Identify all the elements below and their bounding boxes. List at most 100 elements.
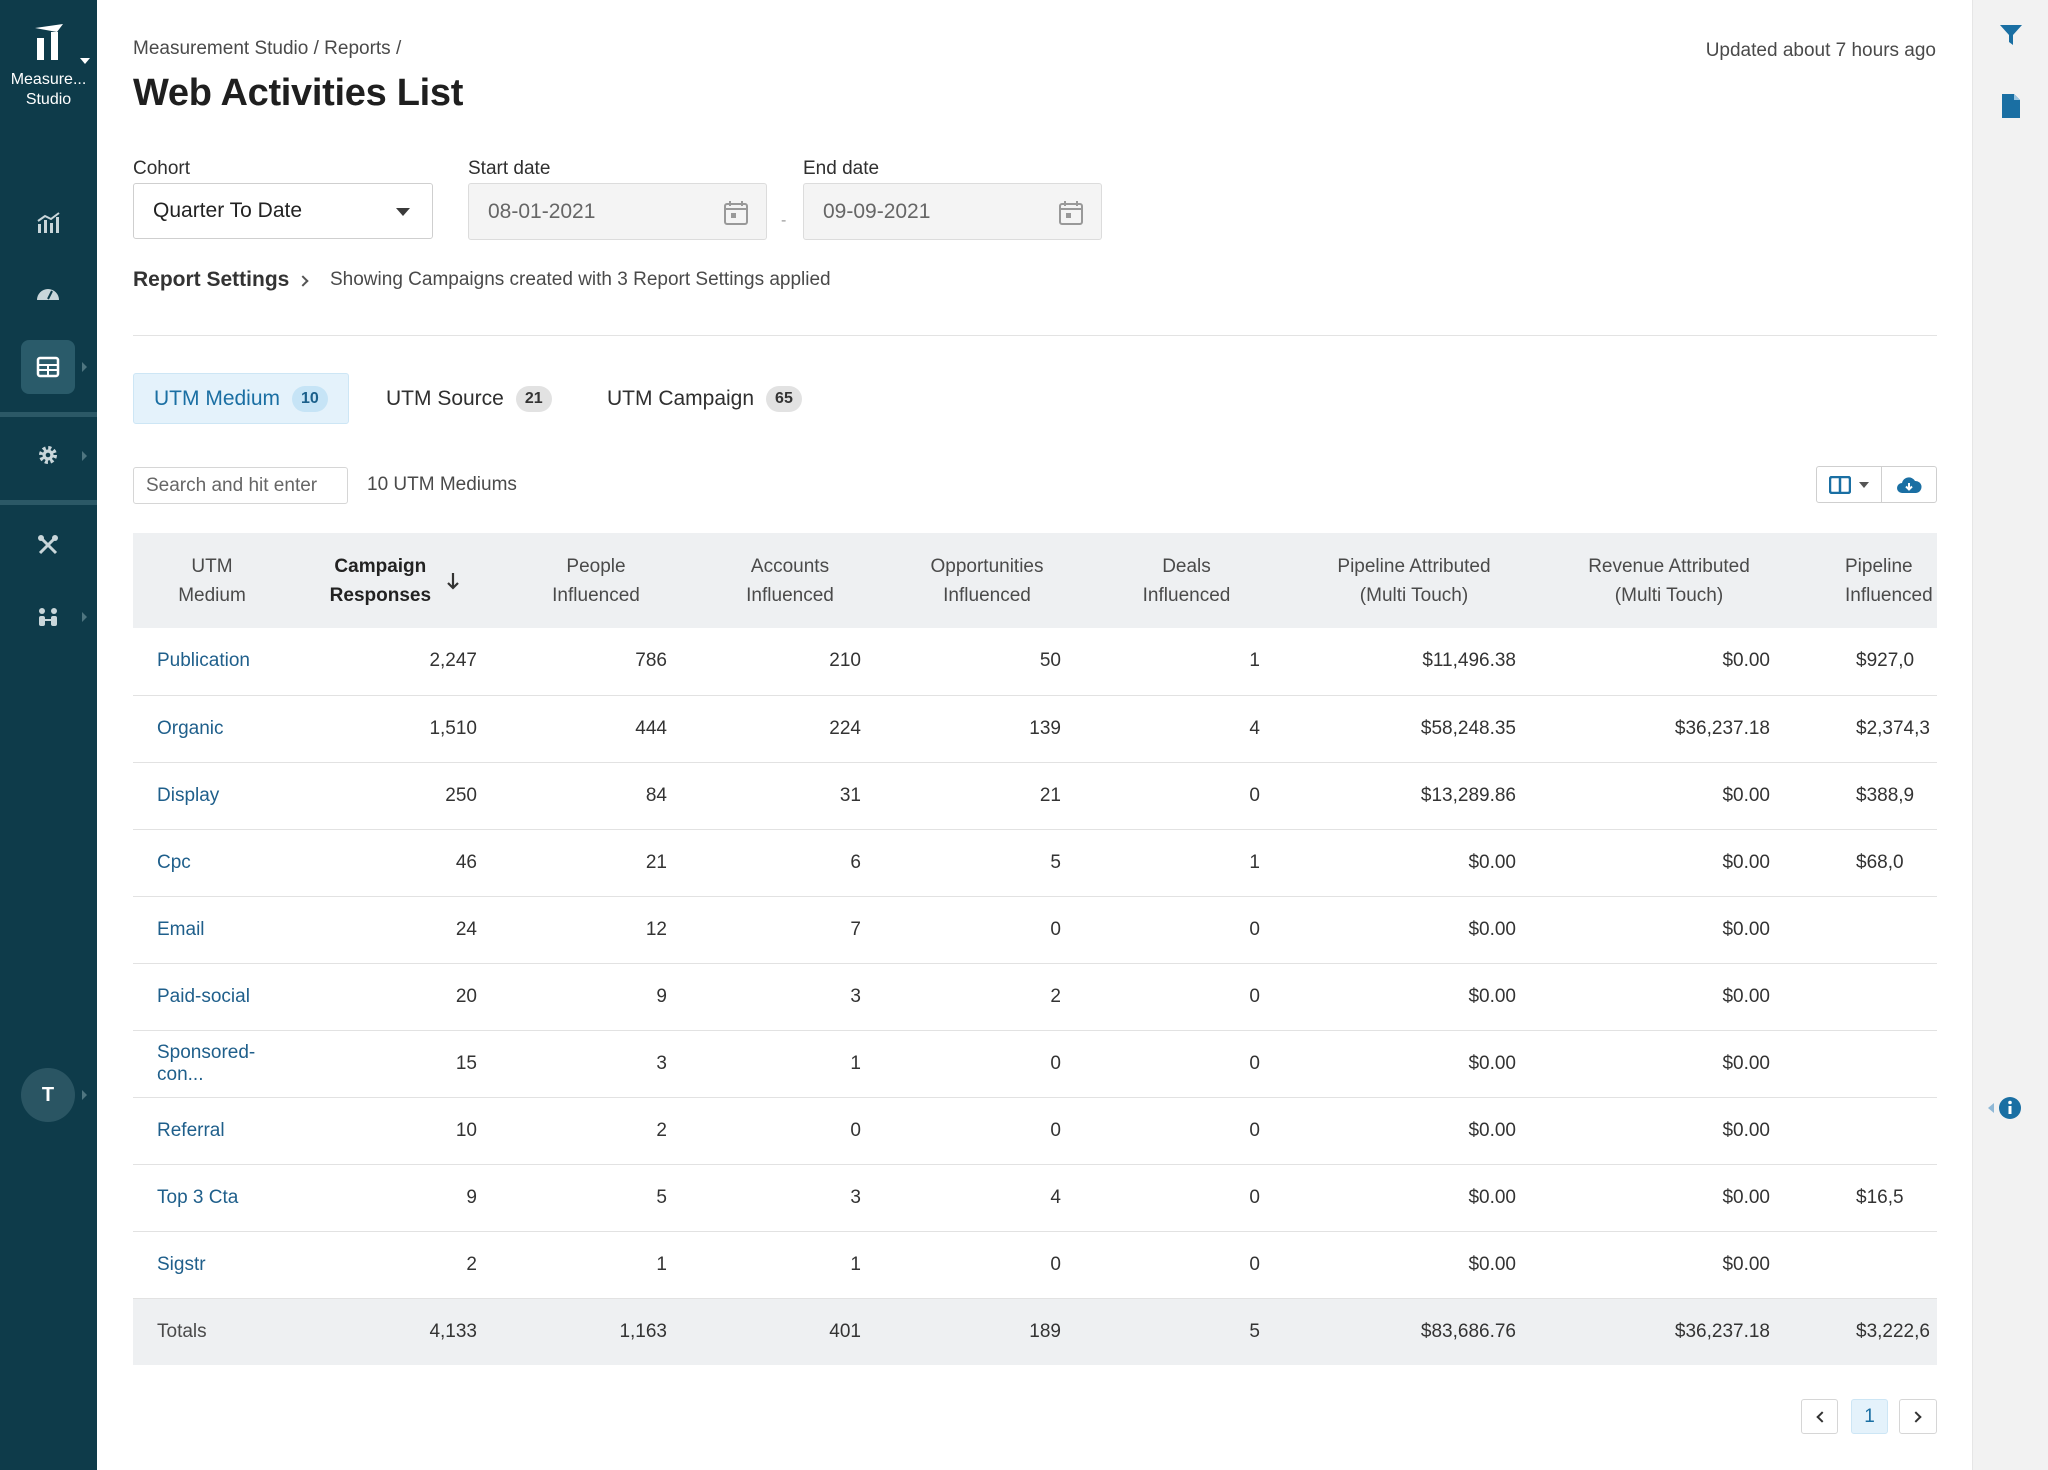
table-cell: $83,686.76 <box>1286 1298 1542 1365</box>
chevron-right-icon <box>82 1090 87 1100</box>
chevron-right-icon <box>82 451 87 461</box>
bar-chart-icon <box>37 212 60 233</box>
table-cell: 2 <box>887 963 1087 1031</box>
table-header-row: UTM Medium Campaign Responses People Influe… <box>133 533 1937 628</box>
page-1-button[interactable]: 1 <box>1851 1399 1888 1434</box>
document-icon[interactable] <box>2001 93 2021 124</box>
table-cell: 444 <box>499 695 693 763</box>
prev-page-button[interactable] <box>1801 1399 1838 1434</box>
calendar-icon[interactable] <box>722 199 750 233</box>
column-header-sorted[interactable]: Campaign Responses <box>291 533 499 628</box>
nav-settings[interactable] <box>21 428 75 482</box>
nav-people[interactable] <box>21 590 75 644</box>
column-header[interactable]: Pipeline Attributed (Multi Touch) <box>1286 533 1542 628</box>
table-row[interactable]: Cpc 46 21 6 5 1 $0.00 $0.00 $68,0 <box>133 829 1937 897</box>
tab-count-badge: 65 <box>766 385 802 412</box>
table-cell: $68,0 <box>1796 829 1937 897</box>
row-link-utm-medium[interactable]: Referral <box>133 1097 291 1165</box>
table-cell: 31 <box>693 762 887 830</box>
table-row[interactable]: Email 24 12 7 0 0 $0.00 $0.00 <box>133 896 1937 964</box>
nav-dashboard[interactable] <box>21 268 75 322</box>
column-header[interactable]: Opportunities Influenced <box>887 533 1087 628</box>
left-nav: Measure... Studio T <box>0 0 97 1470</box>
row-link-utm-medium[interactable]: Paid-social <box>133 963 291 1031</box>
row-link-utm-medium[interactable]: Cpc <box>133 829 291 897</box>
table-cell: $13,289.86 <box>1286 762 1542 830</box>
cohort-select[interactable]: Quarter To Date <box>133 183 433 239</box>
table-row[interactable]: Display 250 84 31 21 0 $13,289.86 $0.00 $388,9 <box>133 762 1937 830</box>
row-link-utm-medium[interactable]: Email <box>133 896 291 964</box>
table-row[interactable]: Organic 1,510 444 224 139 4 $58,248.35 $36,237.… <box>133 695 1937 763</box>
table-cell: 139 <box>887 695 1087 763</box>
column-header[interactable]: Deals Influenced <box>1087 533 1286 628</box>
row-link-utm-medium[interactable]: Sponsored-con... <box>133 1030 291 1098</box>
table-cell: 401 <box>693 1298 887 1365</box>
table-row[interactable]: Sigstr 2 1 1 0 0 $0.00 $0.00 <box>133 1231 1937 1299</box>
table-cell: 0 <box>887 896 1087 964</box>
brand-name: Measure... Studio <box>10 71 87 108</box>
table-cell: 3 <box>693 1164 887 1232</box>
table-cell: 20 <box>291 963 499 1031</box>
table-row[interactable]: Sponsored-con... 15 3 1 0 0 $0.00 $0.00 <box>133 1030 1937 1098</box>
row-link-utm-medium[interactable]: Organic <box>133 695 291 763</box>
table-cell: 0 <box>887 1030 1087 1098</box>
nav-tools[interactable] <box>21 518 75 572</box>
column-header[interactable]: Accounts Influenced <box>693 533 887 628</box>
row-link-utm-medium[interactable]: Publication <box>133 628 291 696</box>
nav-divider <box>0 412 97 417</box>
table-totals-row: Totals 4,133 1,163 401 189 5 $83,686.76 $36,237… <box>133 1298 1937 1365</box>
next-page-button[interactable] <box>1899 1399 1937 1434</box>
search-input[interactable] <box>133 467 348 504</box>
nav-reports[interactable] <box>21 340 75 394</box>
tab-utm-source[interactable]: UTM Source 21 <box>366 373 572 424</box>
table-row[interactable]: Publication 2,247 786 210 50 1 $11,496.38 $0.00… <box>133 628 1937 696</box>
table-cell: 9 <box>291 1164 499 1232</box>
column-chooser-button[interactable] <box>1817 467 1883 502</box>
table-cell: $58,248.35 <box>1286 695 1542 763</box>
column-header[interactable]: People Influenced <box>499 533 693 628</box>
table-cell: $0.00 <box>1286 1231 1542 1299</box>
table-cell: 1 <box>1087 829 1286 897</box>
table-cell: 1 <box>693 1030 887 1098</box>
table-toolbar <box>1816 466 1937 503</box>
end-date-input[interactable]: 09-09-2021 <box>803 183 1102 240</box>
table-cell: $388,9 <box>1796 762 1937 830</box>
table-cell: 3 <box>499 1030 693 1098</box>
table-cell: $0.00 <box>1542 1097 1796 1165</box>
row-link-utm-medium[interactable]: Top 3 Cta <box>133 1164 291 1232</box>
table-row[interactable]: Top 3 Cta 9 5 3 4 0 $0.00 $0.00 $16,5 <box>133 1164 1937 1232</box>
cohort-value: Quarter To Date <box>153 199 303 222</box>
table-cell: $0.00 <box>1542 896 1796 964</box>
nav-analytics[interactable] <box>21 196 75 250</box>
chevron-left-icon <box>1815 1410 1828 1423</box>
column-header[interactable]: Pipeline Influenced <box>1796 533 1937 628</box>
table-cell: 5 <box>1087 1298 1286 1365</box>
calendar-icon[interactable] <box>1057 199 1085 233</box>
report-settings-toggle[interactable]: Report Settings <box>133 268 310 292</box>
download-button[interactable] <box>1882 467 1936 502</box>
row-link-utm-medium[interactable]: Display <box>133 762 291 830</box>
table-cell: 4 <box>1087 695 1286 763</box>
brand-switcher[interactable]: Measure... Studio <box>0 20 97 110</box>
table-cell: 0 <box>1087 1030 1286 1098</box>
table-cell: 21 <box>499 829 693 897</box>
filter-icon[interactable] <box>1998 22 2024 53</box>
row-link-utm-medium[interactable]: Sigstr <box>133 1231 291 1299</box>
page-title: Web Activities List <box>133 72 464 114</box>
table-row[interactable]: Referral 10 2 0 0 0 $0.00 $0.00 <box>133 1097 1937 1165</box>
table-cell: $0.00 <box>1542 829 1796 897</box>
table-cell: 21 <box>887 762 1087 830</box>
table-cell: $927,0 <box>1796 628 1937 696</box>
info-panel-toggle[interactable] <box>1985 1095 2025 1126</box>
table-cell: 1,510 <box>291 695 499 763</box>
breadcrumb[interactable]: Measurement Studio / Reports / <box>133 38 401 60</box>
tab-count-badge: 21 <box>515 385 552 412</box>
start-date-input[interactable]: 08-01-2021 <box>468 183 767 240</box>
table-row[interactable]: Paid-social 20 9 3 2 0 $0.00 $0.00 <box>133 963 1937 1031</box>
table-cell: 1 <box>1087 628 1286 696</box>
tab-utm-medium[interactable]: UTM Medium 10 <box>133 373 349 424</box>
column-header[interactable]: Revenue Attributed (Multi Touch) <box>1542 533 1796 628</box>
tab-utm-campaign[interactable]: UTM Campaign 65 <box>587 373 822 424</box>
column-header[interactable]: UTM Medium <box>133 533 291 628</box>
user-avatar[interactable]: T <box>21 1068 75 1122</box>
